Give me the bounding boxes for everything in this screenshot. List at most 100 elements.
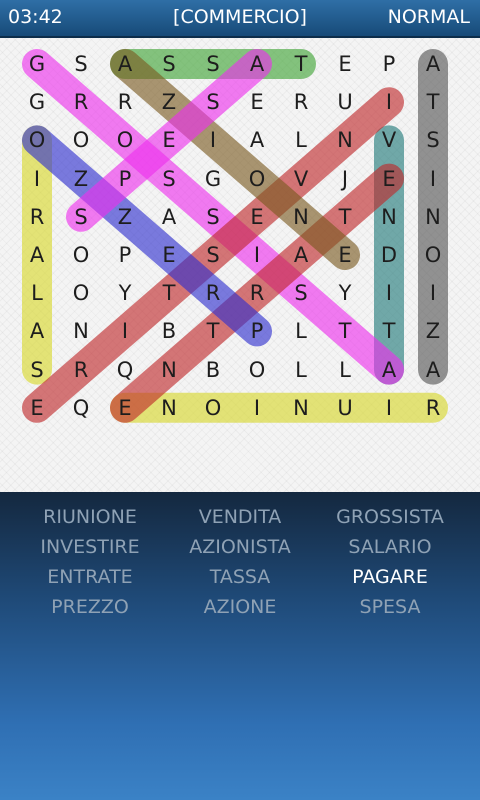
- grid-cell[interactable]: I: [235, 389, 279, 427]
- grid-cell[interactable]: Q: [103, 351, 147, 389]
- grid-cell[interactable]: E: [367, 160, 411, 198]
- grid-cell[interactable]: I: [367, 389, 411, 427]
- grid-cell[interactable]: L: [279, 121, 323, 159]
- grid-cell[interactable]: O: [59, 274, 103, 312]
- grid-cell[interactable]: U: [323, 83, 367, 121]
- grid-cell[interactable]: S: [411, 121, 455, 159]
- grid-cell[interactable]: G: [191, 160, 235, 198]
- grid-cell[interactable]: E: [147, 121, 191, 159]
- grid-cell[interactable]: A: [235, 45, 279, 83]
- grid-cell[interactable]: P: [235, 312, 279, 350]
- grid-cell[interactable]: T: [279, 45, 323, 83]
- grid-cell[interactable]: O: [411, 236, 455, 274]
- grid-cell[interactable]: R: [191, 274, 235, 312]
- grid-cell[interactable]: O: [15, 121, 59, 159]
- grid-cell[interactable]: A: [411, 45, 455, 83]
- grid-cell[interactable]: O: [191, 389, 235, 427]
- grid-cell[interactable]: S: [59, 45, 103, 83]
- grid-cell[interactable]: L: [279, 351, 323, 389]
- grid-cell[interactable]: G: [15, 83, 59, 121]
- grid-cell[interactable]: A: [15, 236, 59, 274]
- grid-cell[interactable]: Y: [323, 274, 367, 312]
- grid-cell[interactable]: D: [367, 236, 411, 274]
- grid-cell[interactable]: E: [323, 45, 367, 83]
- grid-cell[interactable]: O: [103, 121, 147, 159]
- grid-cell[interactable]: B: [147, 312, 191, 350]
- grid-cell[interactable]: N: [367, 198, 411, 236]
- grid-cell[interactable]: E: [235, 198, 279, 236]
- grid-cell[interactable]: E: [147, 236, 191, 274]
- grid-cell[interactable]: R: [279, 83, 323, 121]
- grid-cell[interactable]: P: [367, 45, 411, 83]
- grid-cell[interactable]: S: [15, 351, 59, 389]
- grid-cell[interactable]: S: [191, 236, 235, 274]
- grid-cell[interactable]: R: [59, 83, 103, 121]
- letter-grid[interactable]: GSASSATEPAGRRZSERUITOOOEIALNVSIZPSGOVJEI…: [0, 38, 480, 492]
- grid-cell[interactable]: J: [323, 160, 367, 198]
- grid-cell[interactable]: S: [147, 160, 191, 198]
- grid-cell[interactable]: Y: [103, 274, 147, 312]
- grid-cell[interactable]: S: [191, 45, 235, 83]
- grid-cell[interactable]: S: [279, 274, 323, 312]
- puzzle-board[interactable]: GSASSATEPAGRRZSERUITOOOEIALNVSIZPSGOVJEI…: [0, 38, 480, 492]
- grid-cell[interactable]: N: [147, 389, 191, 427]
- grid-cell[interactable]: A: [367, 351, 411, 389]
- grid-cell[interactable]: O: [59, 236, 103, 274]
- grid-cell[interactable]: A: [279, 236, 323, 274]
- grid-cell[interactable]: O: [59, 121, 103, 159]
- grid-cell[interactable]: E: [103, 389, 147, 427]
- grid-cell[interactable]: S: [191, 83, 235, 121]
- grid-cell[interactable]: A: [147, 198, 191, 236]
- grid-cell[interactable]: I: [103, 312, 147, 350]
- grid-cell[interactable]: N: [147, 351, 191, 389]
- grid-cell[interactable]: T: [323, 198, 367, 236]
- grid-cell[interactable]: T: [411, 83, 455, 121]
- grid-cell[interactable]: I: [191, 121, 235, 159]
- grid-cell[interactable]: L: [323, 351, 367, 389]
- grid-cell[interactable]: Z: [411, 312, 455, 350]
- grid-cell[interactable]: I: [411, 274, 455, 312]
- grid-cell[interactable]: T: [191, 312, 235, 350]
- grid-cell[interactable]: L: [15, 274, 59, 312]
- grid-cell[interactable]: A: [411, 351, 455, 389]
- grid-cell[interactable]: L: [279, 312, 323, 350]
- grid-cell[interactable]: A: [235, 121, 279, 159]
- grid-cell[interactable]: S: [59, 198, 103, 236]
- grid-cell[interactable]: A: [15, 312, 59, 350]
- grid-cell[interactable]: I: [367, 83, 411, 121]
- grid-cell[interactable]: I: [367, 274, 411, 312]
- grid-cell[interactable]: Z: [147, 83, 191, 121]
- grid-cell[interactable]: N: [323, 121, 367, 159]
- grid-cell[interactable]: I: [15, 160, 59, 198]
- grid-cell[interactable]: N: [279, 198, 323, 236]
- grid-cell[interactable]: R: [235, 274, 279, 312]
- grid-cell[interactable]: P: [103, 236, 147, 274]
- grid-cell[interactable]: S: [147, 45, 191, 83]
- grid-cell[interactable]: A: [103, 45, 147, 83]
- difficulty-mode[interactable]: NORMAL: [388, 6, 470, 28]
- grid-cell[interactable]: U: [323, 389, 367, 427]
- grid-cell[interactable]: I: [235, 236, 279, 274]
- grid-cell[interactable]: R: [103, 83, 147, 121]
- grid-cell[interactable]: S: [191, 198, 235, 236]
- grid-cell[interactable]: O: [235, 160, 279, 198]
- grid-cell[interactable]: V: [367, 121, 411, 159]
- grid-cell[interactable]: I: [411, 160, 455, 198]
- grid-cell[interactable]: R: [15, 198, 59, 236]
- grid-cell[interactable]: V: [279, 160, 323, 198]
- grid-cell[interactable]: E: [323, 236, 367, 274]
- grid-cell[interactable]: Z: [103, 198, 147, 236]
- grid-cell[interactable]: E: [235, 83, 279, 121]
- grid-cell[interactable]: N: [59, 312, 103, 350]
- grid-cell[interactable]: N: [279, 389, 323, 427]
- grid-cell[interactable]: P: [103, 160, 147, 198]
- grid-cell[interactable]: N: [411, 198, 455, 236]
- grid-cell[interactable]: E: [15, 389, 59, 427]
- grid-cell[interactable]: Z: [59, 160, 103, 198]
- grid-cell[interactable]: T: [367, 312, 411, 350]
- grid-cell[interactable]: G: [15, 45, 59, 83]
- grid-cell[interactable]: B: [191, 351, 235, 389]
- grid-cell[interactable]: O: [235, 351, 279, 389]
- grid-cell[interactable]: T: [147, 274, 191, 312]
- grid-cell[interactable]: R: [59, 351, 103, 389]
